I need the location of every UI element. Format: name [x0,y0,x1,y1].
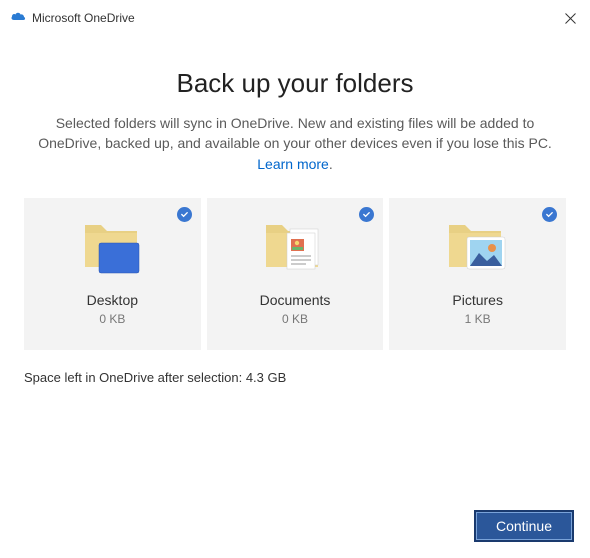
folder-card-desktop[interactable]: Desktop 0 KB [24,198,201,350]
content: Back up your folders Selected folders wi… [0,34,590,350]
check-icon [359,207,374,222]
folder-card-pictures[interactable]: Pictures 1 KB [389,198,566,350]
close-button[interactable] [560,8,580,28]
documents-icon [256,212,334,286]
description-text: Selected folders will sync in OneDrive. … [38,115,552,151]
folder-size: 0 KB [282,312,308,326]
titlebar: Microsoft OneDrive [0,0,590,34]
folder-grid: Desktop 0 KB [24,198,566,350]
pictures-icon [439,212,517,286]
learn-more-link[interactable]: Learn more [257,156,329,172]
footer: Continue [474,510,574,542]
check-icon [542,207,557,222]
page-title: Back up your folders [24,68,566,99]
folder-name: Desktop [87,292,138,308]
titlebar-left: Microsoft OneDrive [10,11,135,26]
folder-name: Pictures [452,292,503,308]
space-left-text: Space left in OneDrive after selection: … [0,350,590,385]
continue-button[interactable]: Continue [474,510,574,542]
folder-name: Documents [260,292,331,308]
description: Selected folders will sync in OneDrive. … [28,113,562,174]
check-icon [177,207,192,222]
folder-size: 1 KB [465,312,491,326]
folder-card-documents[interactable]: Documents 0 KB [207,198,384,350]
onedrive-cloud-icon [10,11,26,26]
desktop-icon [73,212,151,286]
folder-size: 0 KB [99,312,125,326]
app-name: Microsoft OneDrive [32,11,135,25]
